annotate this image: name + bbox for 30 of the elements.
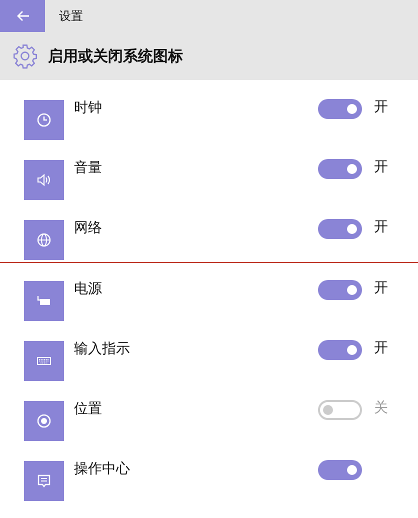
globe-icon	[36, 232, 52, 248]
window-title: 设置	[59, 8, 83, 24]
back-button[interactable]	[0, 0, 45, 32]
back-arrow-icon	[16, 10, 30, 22]
toggle-switch[interactable]	[318, 460, 362, 480]
toggle-switch[interactable]	[318, 340, 362, 360]
toggle-switch[interactable]	[318, 400, 362, 420]
toggle-switch[interactable]	[318, 159, 362, 179]
item-label: 时钟	[74, 99, 103, 117]
location-icon	[36, 413, 52, 429]
settings-icon	[12, 43, 38, 69]
message-icon	[36, 473, 52, 489]
toggle-state: 开	[374, 218, 389, 236]
toggle-state: 开	[374, 158, 389, 176]
clock-icon	[36, 112, 52, 128]
toggle-state: 关	[374, 399, 389, 417]
item-label: 音量	[74, 159, 103, 177]
item-label: 网络	[74, 219, 103, 237]
page-heading: 启用或关闭系统图标	[48, 46, 183, 66]
item-label: 操作中心	[74, 460, 131, 478]
toggle-switch[interactable]	[318, 99, 362, 119]
toggle-switch[interactable]	[318, 219, 362, 239]
speaker-icon	[36, 172, 52, 188]
item-label: 位置	[74, 400, 103, 418]
toggle-state: 开	[374, 339, 389, 357]
toggle-state: 开	[374, 279, 389, 297]
toggle-switch[interactable]	[318, 280, 362, 300]
item-label: 电源	[74, 280, 103, 298]
item-label: 输入指示	[74, 340, 131, 358]
toggle-state: 开	[374, 98, 389, 116]
